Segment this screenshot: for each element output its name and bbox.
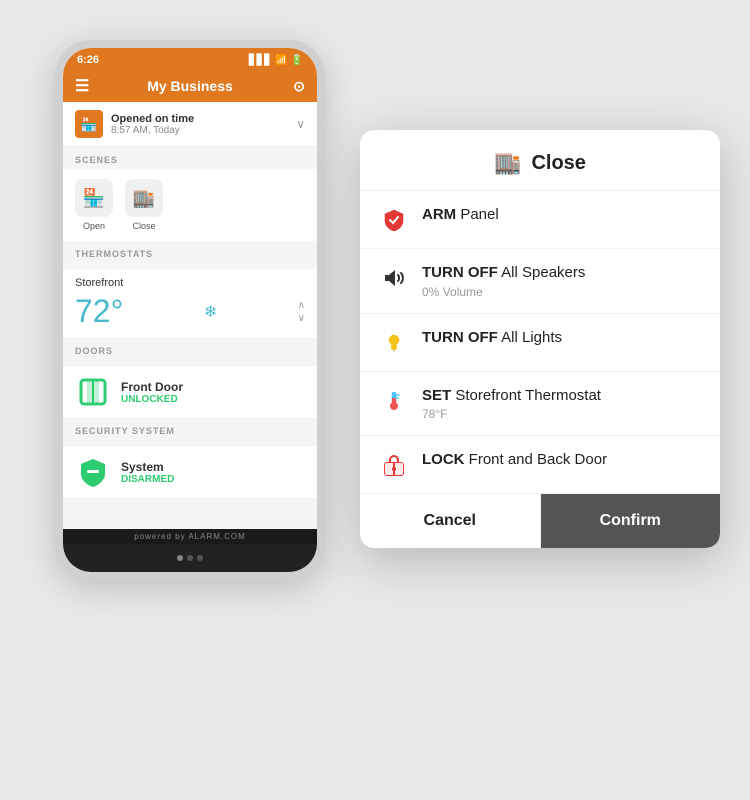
thermostat-temp-row: 72° ❄ ∧ ∨ <box>75 293 305 330</box>
signal-icon: ▋▋▋ <box>249 55 272 66</box>
lock-door-bold: LOCK <box>422 451 465 468</box>
modal-card: 🏬 Close ARM Panel <box>360 130 720 548</box>
speaker-icon <box>380 264 408 292</box>
arm-panel-bold: ARM <box>422 206 456 223</box>
turn-off-lights-bold: TURN OFF <box>422 329 498 346</box>
temp-up-icon[interactable]: ∧ <box>298 300 305 311</box>
phone-content: 🏪 Opened on time 8:57 AM, Today ∨ SCENES… <box>63 102 317 529</box>
alert-text-top: Opened on time <box>111 113 288 125</box>
status-time: 6:26 <box>77 54 99 66</box>
turn-off-speakers-rest: All Speakers <box>498 264 586 281</box>
thermometer-icon <box>380 387 408 415</box>
door-status: UNLOCKED <box>121 394 183 405</box>
scene-close-button[interactable]: 🏬 Close <box>125 179 163 231</box>
phone-brand: powered by ALARM.COM <box>63 529 317 544</box>
lock-door-content: LOCK Front and Back Door <box>422 450 607 470</box>
phone: 6:26 ▋▋▋ 📶 🔋 ☰ My Business ⊙ 🏪 <box>55 40 325 580</box>
temp-down-icon[interactable]: ∨ <box>298 313 305 324</box>
nav-bar: ☰ My Business ⊙ <box>63 70 317 102</box>
scene-container: 6:26 ▋▋▋ 📶 🔋 ☰ My Business ⊙ 🏪 <box>0 0 750 800</box>
arm-panel-item: ARM Panel <box>360 191 720 249</box>
scenes-label: SCENES <box>63 147 317 169</box>
alert-banner[interactable]: 🏪 Opened on time 8:57 AM, Today ∨ <box>63 102 317 147</box>
turn-off-speakers-sub: 0% Volume <box>422 285 585 299</box>
wifi-icon: 📶 <box>275 55 287 66</box>
bulb-icon <box>380 329 408 357</box>
battery-icon: 🔋 <box>291 55 303 66</box>
scene-close-label: Close <box>132 221 155 231</box>
turn-off-lights-title: TURN OFF All Lights <box>422 328 562 348</box>
doors-label: DOORS <box>63 338 317 360</box>
turn-off-lights-rest: All Lights <box>498 329 562 346</box>
scene-open-icon: 🏪 <box>75 179 113 217</box>
set-thermostat-title: SET Storefront Thermostat <box>422 386 601 406</box>
modal-buttons: Cancel Confirm <box>360 493 720 548</box>
set-thermostat-bold: SET <box>422 387 451 404</box>
thermostat-card: Storefront 72° ❄ ∧ ∨ <box>63 269 317 338</box>
arm-panel-content: ARM Panel <box>422 205 499 225</box>
security-card: System DISARMED <box>63 446 317 498</box>
set-thermostat-item: SET Storefront Thermostat 78°F <box>360 372 720 437</box>
security-info: System DISARMED <box>121 460 174 485</box>
cancel-button[interactable]: Cancel <box>360 494 541 548</box>
alert-chevron-icon: ∨ <box>296 117 305 131</box>
dot-3 <box>197 555 203 561</box>
phone-bottom <box>63 544 317 572</box>
settings-icon[interactable]: ⊙ <box>293 78 305 95</box>
thermostat-temp: 72° <box>75 293 123 330</box>
arm-panel-title: ARM Panel <box>422 205 499 225</box>
set-thermostat-rest: Storefront Thermostat <box>451 387 601 404</box>
scene-open-button[interactable]: 🏪 Open <box>75 179 113 231</box>
modal-list: ARM Panel TURN OFF All Speakers <box>360 191 720 493</box>
thermostat-name: Storefront <box>75 277 305 289</box>
thermostats-label: THERMOSTATS <box>63 241 317 263</box>
turn-off-lights-content: TURN OFF All Lights <box>422 328 562 348</box>
arm-panel-rest: Panel <box>456 206 499 223</box>
turn-off-speakers-bold: TURN OFF <box>422 264 498 281</box>
turn-off-speakers-item: TURN OFF All Speakers 0% Volume <box>360 249 720 314</box>
turn-off-lights-item: TURN OFF All Lights <box>360 314 720 372</box>
confirm-button[interactable]: Confirm <box>541 494 721 548</box>
security-system-name: System <box>121 460 174 474</box>
status-icons: ▋▋▋ 📶 🔋 <box>249 55 303 66</box>
lock-door-title: LOCK Front and Back Door <box>422 450 607 470</box>
lock-door-item: LOCK Front and Back Door <box>360 436 720 493</box>
lock-door-icon <box>380 451 408 479</box>
dot-2 <box>187 555 193 561</box>
alert-text-bottom: 8:57 AM, Today <box>111 125 288 136</box>
alert-text: Opened on time 8:57 AM, Today <box>111 113 288 136</box>
scene-close-icon: 🏬 <box>125 179 163 217</box>
set-thermostat-content: SET Storefront Thermostat 78°F <box>422 386 601 422</box>
modal-header: 🏬 Close <box>360 130 720 191</box>
thermostat-controls[interactable]: ∧ ∨ <box>298 300 305 324</box>
modal-header-icon: 🏬 <box>494 150 521 176</box>
door-info: Front Door UNLOCKED <box>121 380 183 405</box>
door-name: Front Door <box>121 380 183 394</box>
status-bar: 6:26 ▋▋▋ 📶 🔋 <box>63 48 317 70</box>
turn-off-speakers-title: TURN OFF All Speakers <box>422 263 585 283</box>
thermostat-snowflake-icon: ❄ <box>204 302 217 322</box>
security-label: SECURITY SYSTEM <box>63 418 317 440</box>
menu-icon[interactable]: ☰ <box>75 76 89 96</box>
modal-title: Close <box>531 152 585 175</box>
nav-title: My Business <box>147 78 233 94</box>
turn-off-speakers-content: TURN OFF All Speakers 0% Volume <box>422 263 585 299</box>
door-icon <box>75 374 111 410</box>
scenes-row: 🏪 Open 🏬 Close <box>63 169 317 241</box>
doors-card: Front Door UNLOCKED <box>63 366 317 418</box>
lock-door-rest: Front and Back Door <box>465 451 608 468</box>
security-status: DISARMED <box>121 474 174 485</box>
alert-icon: 🏪 <box>75 110 103 138</box>
scene-open-label: Open <box>83 221 105 231</box>
arm-panel-icon <box>380 206 408 234</box>
set-thermostat-sub: 78°F <box>422 407 601 421</box>
security-shield-icon <box>75 454 111 490</box>
dot-1 <box>177 555 183 561</box>
